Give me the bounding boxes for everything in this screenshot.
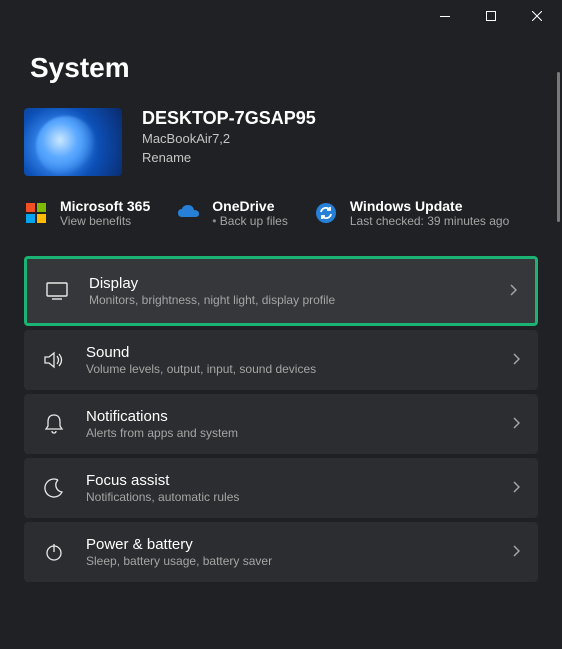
close-button[interactable] (514, 0, 560, 32)
device-section: DESKTOP-7GSAP95 MacBookAir7,2 Rename (24, 108, 538, 176)
ms365-title: Microsoft 365 (60, 198, 150, 214)
setting-desc: Volume levels, output, input, sound devi… (86, 362, 492, 376)
setting-desc: Notifications, automatic rules (86, 490, 492, 504)
quick-link-ms365[interactable]: Microsoft 365 View benefits (24, 198, 150, 228)
cloud-icon (176, 201, 200, 225)
setting-title: Display (89, 275, 489, 292)
settings-list: Display Monitors, brightness, night ligh… (24, 256, 538, 582)
setting-desc: Monitors, brightness, night light, displ… (89, 293, 489, 307)
device-wallpaper-thumbnail[interactable] (24, 108, 122, 176)
display-icon (45, 279, 69, 303)
chevron-right-icon (509, 283, 517, 299)
chevron-right-icon (512, 544, 520, 560)
setting-title: Notifications (86, 408, 492, 425)
setting-title: Sound (86, 344, 492, 361)
device-name: DESKTOP-7GSAP95 (142, 108, 316, 129)
setting-item-power[interactable]: Power & battery Sleep, battery usage, ba… (24, 522, 538, 582)
minimize-button[interactable] (422, 0, 468, 32)
bell-icon (42, 412, 66, 436)
maximize-button[interactable] (468, 0, 514, 32)
setting-item-display[interactable]: Display Monitors, brightness, night ligh… (24, 256, 538, 326)
setting-desc: Alerts from apps and system (86, 426, 492, 440)
setting-title: Power & battery (86, 536, 492, 553)
scrollbar[interactable] (557, 72, 560, 222)
update-title: Windows Update (350, 198, 509, 214)
onedrive-title: OneDrive (212, 198, 288, 214)
quick-link-windows-update[interactable]: Windows Update Last checked: 39 minutes … (314, 198, 509, 228)
update-sync-icon (314, 201, 338, 225)
microsoft-icon (24, 201, 48, 225)
setting-item-sound[interactable]: Sound Volume levels, output, input, soun… (24, 330, 538, 390)
page-title: System (30, 52, 538, 84)
device-model: MacBookAir7,2 (142, 131, 316, 146)
window-titlebar (0, 0, 562, 32)
ms365-sub: View benefits (60, 214, 150, 228)
setting-desc: Sleep, battery usage, battery saver (86, 554, 492, 568)
setting-item-focus-assist[interactable]: Focus assist Notifications, automatic ru… (24, 458, 538, 518)
setting-title: Focus assist (86, 472, 492, 489)
chevron-right-icon (512, 416, 520, 432)
chevron-right-icon (512, 480, 520, 496)
quick-link-onedrive[interactable]: OneDrive Back up files (176, 198, 288, 228)
setting-item-notifications[interactable]: Notifications Alerts from apps and syste… (24, 394, 538, 454)
moon-icon (42, 476, 66, 500)
chevron-right-icon (512, 352, 520, 368)
power-icon (42, 540, 66, 564)
onedrive-sub: Back up files (212, 214, 288, 228)
update-sub: Last checked: 39 minutes ago (350, 214, 509, 228)
quick-links-row: Microsoft 365 View benefits OneDrive Bac… (24, 198, 538, 228)
sound-icon (42, 348, 66, 372)
rename-link[interactable]: Rename (142, 150, 316, 165)
